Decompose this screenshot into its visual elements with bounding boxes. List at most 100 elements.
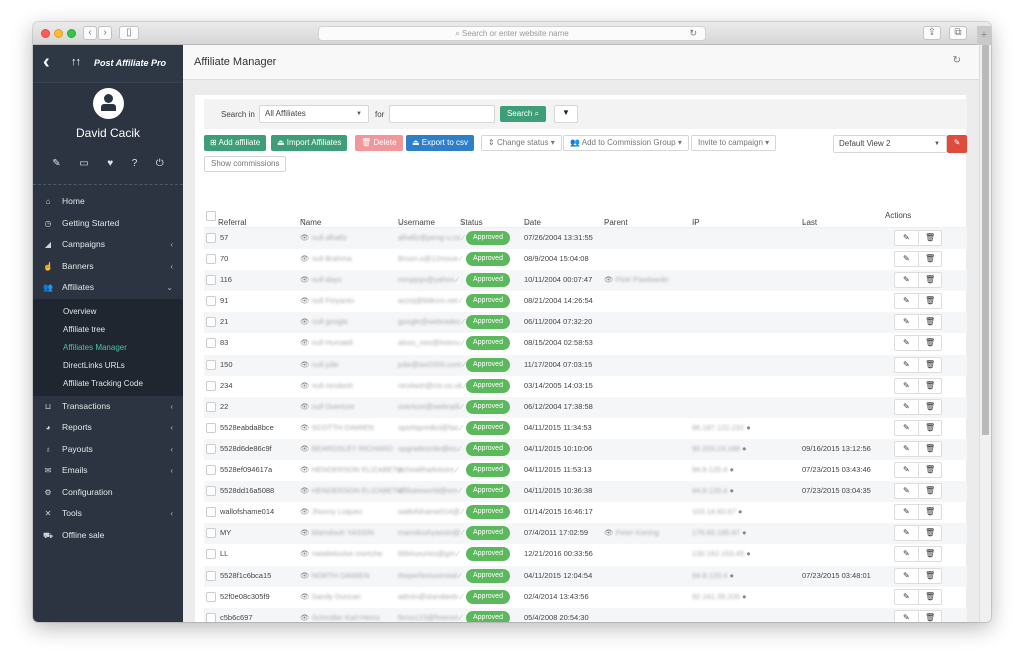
table-row[interactable]: 70 👁 null Brahma Brozn.o@12move ⁄ Approved 0… <box>204 249 967 270</box>
table-row[interactable]: c5b6c697 👁 Schindler Karl-Heinz femo123@fr… <box>204 607 967 622</box>
affiliate-name[interactable]: 👁 null nicolash <box>300 381 353 390</box>
location-pin-icon[interactable]: ● <box>727 571 735 580</box>
show-commissions-button[interactable]: Show commissions <box>204 156 287 172</box>
edit-inline-icon[interactable]: ⁄ <box>458 486 461 495</box>
row-checkbox[interactable] <box>206 401 216 412</box>
parent[interactable]: 👁 Piotr Pawlowski <box>604 275 668 284</box>
edit-inline-icon[interactable]: ⁄ <box>460 528 463 537</box>
delete-row-button[interactable]: 🗑 <box>925 296 935 305</box>
forward-button[interactable]: › <box>98 26 112 40</box>
affiliate-name[interactable]: 👁 SCOTTH DAMIEN <box>300 423 374 432</box>
table-row[interactable]: 91 👁 null Firiyanto azzoj@bitkom.net ⁄ Appr… <box>204 291 967 312</box>
table-row[interactable]: MY 👁 Mamdouh YASSIN mamdouhyassin@ ⁄ Approv… <box>204 523 967 545</box>
delete-row-button[interactable]: 🗑 <box>925 507 935 516</box>
sidebar-item-reports[interactable]: ◕ Reports ‹ <box>33 417 183 439</box>
affiliate-name[interactable]: 👁 Jhonny Loquez <box>300 507 362 516</box>
location-pin-icon[interactable]: ● <box>744 549 751 558</box>
delete-row-button[interactable]: 🗑 <box>925 360 935 369</box>
delete-row-button[interactable]: 🗑 <box>925 317 935 326</box>
power-icon[interactable]: ⏻ <box>156 158 164 169</box>
page-scrollbar[interactable] <box>979 45 991 622</box>
tabs-overview-button[interactable]: ⧉ <box>949 26 967 40</box>
delete-row-button[interactable]: 🗑 <box>925 613 935 622</box>
table-row[interactable]: 5528f1c6bca15 👁 NORTH DAMIEN theperfectuni… <box>204 565 967 587</box>
row-checkbox[interactable] <box>206 507 216 518</box>
row-checkbox[interactable] <box>206 359 216 370</box>
delete-row-button[interactable]: 🗑 <box>925 381 935 390</box>
pencil-icon[interactable]: ✎ <box>52 158 60 169</box>
row-checkbox[interactable] <box>206 317 216 328</box>
delete-button[interactable]: 🗑 Delete <box>355 135 403 151</box>
location-pin-icon[interactable]: ● <box>727 465 735 474</box>
edit-inline-icon[interactable]: ⁄ <box>461 317 464 326</box>
monitor-icon[interactable]: ▭ <box>79 158 88 169</box>
sidebar-toggle-button[interactable]: ▯ <box>119 26 139 40</box>
affiliate-name[interactable]: 👁 null Overture <box>300 402 355 411</box>
location-pin-icon[interactable]: ● <box>740 528 747 537</box>
edit-button[interactable]: ✎ <box>903 423 910 432</box>
affiliate-name[interactable]: 👁 HENDERSON ELIZABETH <box>300 486 402 495</box>
edit-button[interactable]: ✎ <box>903 444 910 453</box>
delete-row-button[interactable]: 🗑 <box>925 338 935 347</box>
affiliate-name[interactable]: 👁 Mamdouh YASSIN <box>300 528 374 537</box>
table-row[interactable]: 5528ef094617a 👁 HENDERSON ELIZABETH pcheal… <box>204 460 967 481</box>
view-select[interactable]: Default View 2 ▼ <box>833 135 947 153</box>
edit-button[interactable]: ✎ <box>903 486 910 495</box>
delete-row-button[interactable]: 🗑 <box>925 444 935 453</box>
row-checkbox[interactable] <box>206 275 216 286</box>
invite-to-campaign-dropdown[interactable]: Invite to campaign ▾ <box>691 135 777 151</box>
edit-button[interactable]: ✎ <box>903 528 910 537</box>
edit-button[interactable]: ✎ <box>903 465 910 474</box>
edit-inline-icon[interactable]: ⁄ <box>460 338 463 347</box>
sidebar-subitem-affiliates-manager[interactable]: Affiliates Manager <box>33 339 183 357</box>
edit-inline-icon[interactable]: ⁄ <box>457 444 460 453</box>
sidebar-item-emails[interactable]: ✉ Emails ‹ <box>33 460 183 482</box>
row-checkbox[interactable] <box>206 422 216 433</box>
table-row[interactable]: 150 👁 null julie julie@avi2000.com ⁄ Approv… <box>204 354 967 376</box>
row-checkbox[interactable] <box>206 591 216 602</box>
sidebar-subitem-affiliate-tree[interactable]: Affiliate tree <box>33 321 183 339</box>
edit-inline-icon[interactable]: ⁄ <box>459 423 462 432</box>
table-row[interactable]: 116 👁 null dayo mrspjojo@yahoo ⁄ Approved 10… <box>204 270 967 292</box>
table-row[interactable]: 5528dd16a5088 👁 HENDERSON ELIZABETH affili… <box>204 481 967 503</box>
edit-inline-icon[interactable]: ⁄ <box>458 296 461 305</box>
sidebar-item-home[interactable]: ⌂ Home <box>33 191 183 213</box>
add-affiliate-button[interactable]: ⊞ Add affiliate <box>204 135 267 151</box>
table-row[interactable]: 5528eabda8bce 👁 SCOTTH DAMIEN sportspredic… <box>204 418 967 439</box>
edit-button[interactable]: ✎ <box>903 317 910 326</box>
affiliate-name[interactable]: 👁 null alhafiz <box>300 233 347 242</box>
select-all-checkbox[interactable] <box>206 211 216 221</box>
edit-inline-icon[interactable]: ⁄ <box>460 507 463 516</box>
table-row[interactable]: 21 👁 null google google@webradev ⁄ Approved… <box>204 312 967 334</box>
edit-view-button[interactable]: ✎ <box>947 135 967 153</box>
edit-button[interactable]: ✎ <box>903 254 910 263</box>
edit-button[interactable]: ✎ <box>903 360 910 369</box>
parent[interactable]: 👁 Peter Koning <box>604 528 659 537</box>
delete-row-button[interactable]: 🗑 <box>925 254 935 263</box>
delete-row-button[interactable]: 🗑 <box>925 592 935 601</box>
search-scope-select[interactable]: All Affiliates ▼ <box>259 105 369 123</box>
row-checkbox[interactable] <box>206 443 216 454</box>
location-pin-icon[interactable]: ● <box>740 592 747 601</box>
affiliate-name[interactable]: 👁 natalieloulse mortche <box>300 549 382 558</box>
close-window-button[interactable] <box>41 29 50 38</box>
delete-row-button[interactable]: 🗑 <box>925 402 935 411</box>
sidebar-item-campaigns[interactable]: ◢ Campaigns ‹ <box>33 234 183 256</box>
sidebar-subitem-overview[interactable]: Overview <box>33 303 183 321</box>
export-csv-button[interactable]: ⏏ Export to csv <box>406 135 475 151</box>
edit-button[interactable]: ✎ <box>903 507 910 516</box>
delete-row-button[interactable]: 🗑 <box>925 571 935 580</box>
affiliate-name[interactable]: 👁 null julie <box>300 360 339 369</box>
edit-inline-icon[interactable]: ⁄ <box>459 592 462 601</box>
edit-button[interactable]: ✎ <box>903 233 910 242</box>
table-row[interactable]: 234 👁 null nicolash nicolash@cix.co.uk ⁄ Ap… <box>204 376 967 397</box>
table-row[interactable]: 5528d6de86c9f 👁 BEARDSLEY RICHARD upgradeo… <box>204 438 967 461</box>
sidebar-item-tools[interactable]: ✕ Tools ‹ <box>33 503 183 525</box>
edit-inline-icon[interactable]: ⁄ <box>454 275 457 284</box>
back-button[interactable]: ‹ <box>83 26 97 40</box>
sidebar-item-payouts[interactable]: ♁ Payouts ‹ <box>33 439 183 461</box>
add-to-commission-group-dropdown[interactable]: 👥 Add to Commission Group ▾ <box>563 135 689 151</box>
edit-inline-icon[interactable]: ⁄ <box>459 402 462 411</box>
share-button[interactable]: ⇪ <box>923 26 941 40</box>
affiliate-name[interactable]: 👁 null Firiyanto <box>300 296 354 305</box>
